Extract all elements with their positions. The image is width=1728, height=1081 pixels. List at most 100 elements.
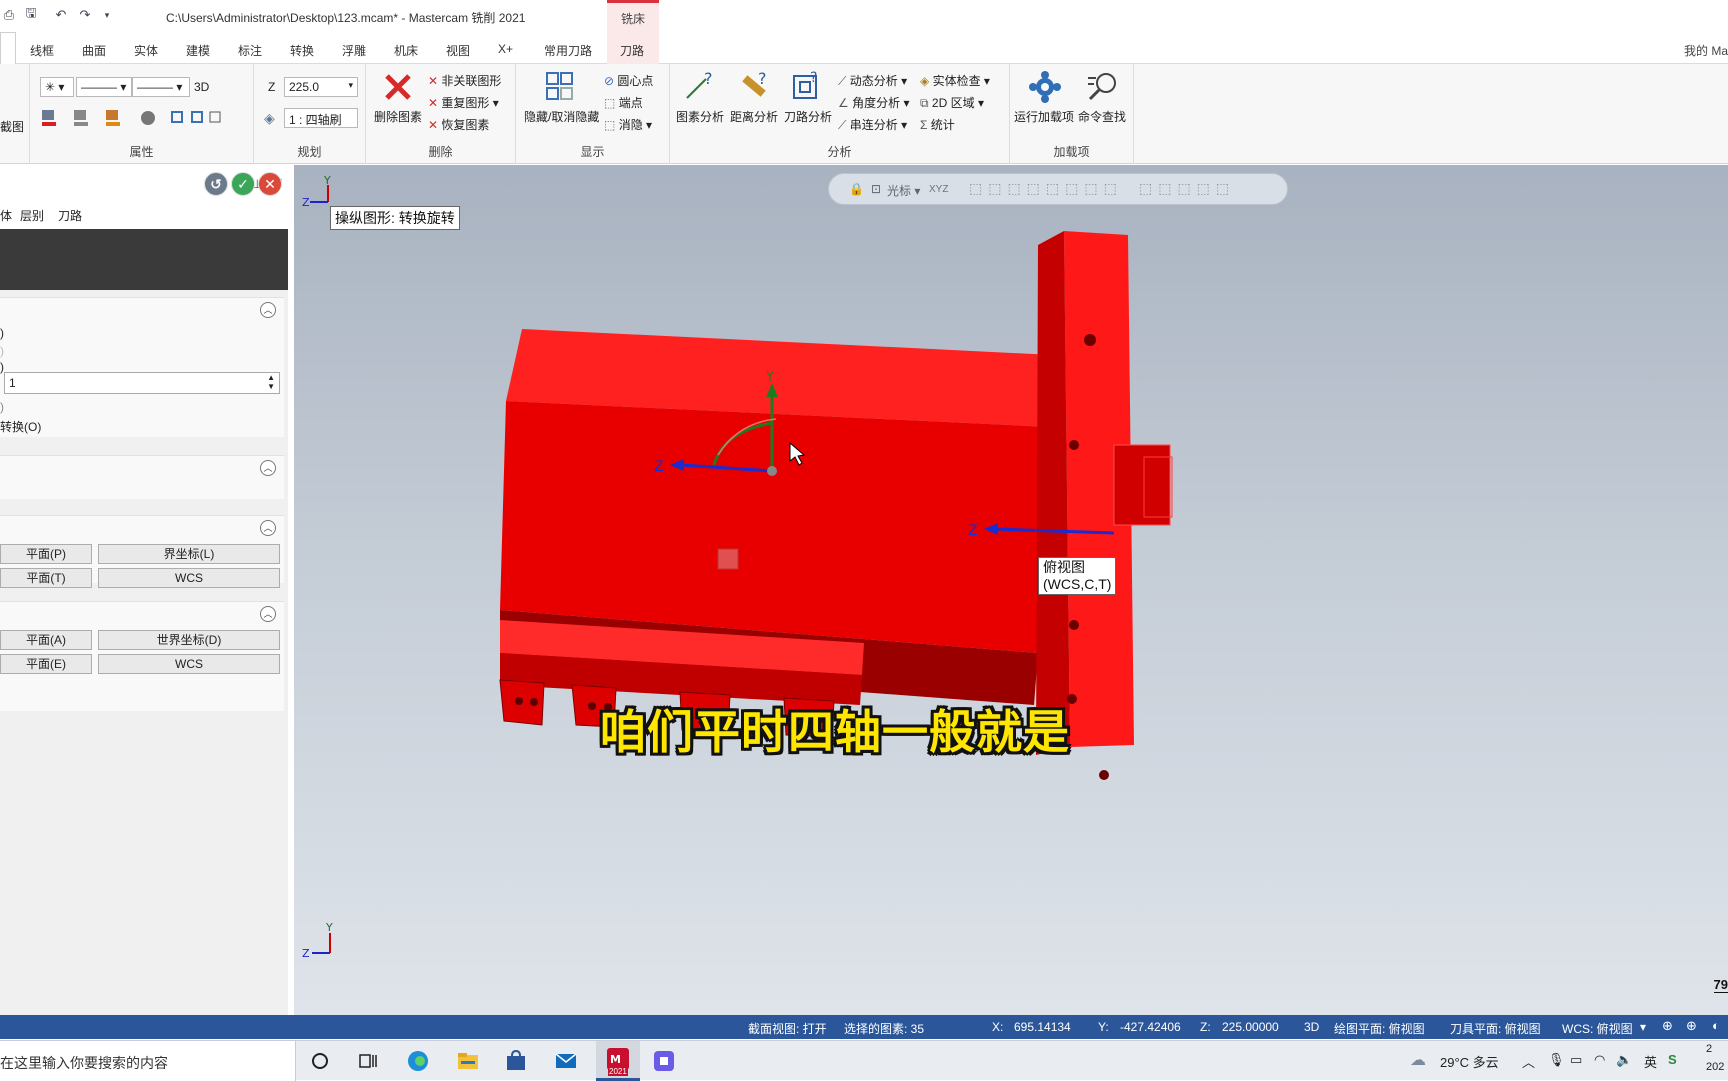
microphone-icon[interactable]: 🎙 [1548, 1052, 1565, 1068]
solid-check-button[interactable]: ◈ 实体检查 ▾ [920, 72, 990, 89]
battery-icon[interactable]: ▭ [1570, 1052, 1582, 1068]
panel-tab-solids[interactable]: 体 [0, 207, 12, 224]
print-icon[interactable]: ⎙ [0, 6, 18, 24]
tab-relief[interactable]: 浮雕 [342, 42, 366, 59]
duplicate-geometry-button[interactable]: ✕ 重复图形 ▾ [428, 94, 499, 111]
file-explorer-icon[interactable] [456, 1049, 480, 1073]
redo-icon[interactable]: ↷ [76, 6, 94, 24]
instances-spinner[interactable]: 1 ▲ ▼ [4, 372, 280, 394]
attribute-icons-row[interactable] [42, 108, 222, 130]
tab-machine[interactable]: 机床 [394, 42, 418, 59]
3d-mode-toggle[interactable]: 3D [194, 80, 209, 94]
ok-button[interactable]: ✓ [231, 172, 255, 196]
line-style-select[interactable]: ——— ▾ [76, 77, 132, 97]
cortana-icon[interactable] [308, 1049, 332, 1073]
blank-button[interactable]: ⬚ 消隐 ▾ [604, 116, 652, 133]
volume-icon[interactable]: 🔈 [1616, 1052, 1632, 1068]
center-points-button[interactable]: ⊘ 圆心点 [604, 72, 653, 89]
convert-option[interactable]: 转换(O) [0, 418, 41, 435]
weather-text[interactable]: 29°C 多云 [1440, 1052, 1499, 1071]
plane-t-button[interactable]: 平面(T) [0, 568, 92, 588]
plane-e-button[interactable]: 平面(E) [0, 654, 92, 674]
plane-p-button[interactable]: 平面(P) [0, 544, 92, 564]
wcs-button-1[interactable]: WCS [98, 568, 280, 588]
check-icon: ✓ [237, 175, 249, 192]
tab-solids[interactable]: 实体 [134, 42, 158, 59]
app-store-purple-icon[interactable] [652, 1049, 676, 1073]
tab-transform[interactable]: 转换 [290, 42, 314, 59]
section-view-status[interactable]: 截面视图: 打开 [748, 1020, 827, 1037]
3d-mode-status[interactable]: 3D [1304, 1020, 1319, 1034]
angle-analysis-button[interactable]: ∠ 角度分析 ▾ [838, 94, 909, 111]
clock-date[interactable]: 202 [1706, 1061, 1724, 1073]
hide-unhide-button[interactable]: 隐藏/取消隐藏 [524, 108, 599, 125]
world-coordinates-button[interactable]: 世界坐标(D) [98, 630, 280, 650]
security-app-icon[interactable]: S [1668, 1052, 1677, 1067]
edge-browser-icon[interactable] [406, 1049, 430, 1073]
entity-analysis-button[interactable]: 图素分析 [676, 108, 724, 125]
tab-wireframe[interactable]: 线框 [30, 42, 54, 59]
area-2d-button[interactable]: ⧉ 2D 区域 ▾ [920, 94, 984, 111]
undelete-entities-button[interactable]: ✕ 恢复图素 [428, 116, 489, 133]
run-addin-button[interactable]: 运行加载项 [1014, 108, 1074, 125]
z-coordinate-value: 225.00000 [1222, 1020, 1279, 1034]
save-icon[interactable]: 🖫 [22, 5, 40, 24]
construction-plane-status[interactable]: 绘图平面: 俯视图 [1334, 1020, 1425, 1037]
endpoints-button[interactable]: ⬚ 端点 [604, 94, 643, 111]
ime-language-indicator[interactable]: 英 [1644, 1052, 1657, 1071]
globe-dropdown-icon[interactable]: ⊕ [1686, 1018, 1697, 1034]
toolpath-analysis-button[interactable]: 刀路分析 [784, 108, 832, 125]
z-depth-input[interactable]: 225.0 ▾ [284, 77, 358, 97]
tab-common-toolpaths[interactable]: 常用刀路 [544, 42, 592, 59]
tab-surfaces[interactable]: 曲面 [82, 42, 106, 59]
panel-tab-toolpaths[interactable]: 刀路 [58, 207, 82, 224]
collapse-icon[interactable]: ︿ [260, 302, 276, 318]
tab-x-plus[interactable]: X+ [498, 42, 513, 56]
spinner-arrows-icon[interactable]: ▲ ▼ [267, 373, 275, 391]
tray-expand-icon[interactable]: ︿ [1522, 1052, 1535, 1071]
view-cube-widget[interactable] [717, 548, 739, 570]
graphics-viewport[interactable]: 🔒 ⊡ 光标 ▾ XYZ ⬚⬚⬚⬚⬚⬚⬚⬚ ⬚⬚⬚⬚⬚ Y Z 操纵图形: 转换… [294, 165, 1728, 1015]
level-select[interactable]: 1 : 四轴刷 [284, 108, 358, 128]
user-account[interactable]: 我的 Ma [1684, 42, 1728, 59]
wcs-status[interactable]: WCS: 俯视图 [1562, 1020, 1633, 1037]
task-view-icon[interactable] [356, 1049, 380, 1073]
tab-model-prep[interactable]: 建模 [186, 42, 210, 59]
reselect-button[interactable]: ↺ [204, 172, 228, 196]
collapse-icon[interactable]: ︿ [260, 606, 276, 622]
plane-a-button[interactable]: 平面(A) [0, 630, 92, 650]
point-style-select[interactable]: ✳ ▾ [40, 77, 74, 97]
mastercam-taskbar-button[interactable]: M 2021 [596, 1041, 640, 1081]
tab-file-active[interactable] [0, 32, 16, 64]
tab-view[interactable]: 视图 [446, 42, 470, 59]
command-finder-button[interactable]: 命令查找 [1078, 108, 1126, 125]
chain-analysis-button[interactable]: ⟋ 串连分析 ▾ [838, 116, 907, 133]
dynamic-analysis-button[interactable]: ⟋ 动态分析 ▾ [838, 72, 907, 89]
collapse-icon[interactable]: ︿ [260, 460, 276, 476]
line-width-select[interactable]: ——— ▾ [132, 77, 190, 97]
taskbar-search-box[interactable]: 在这里输入你要搜索的内容 [0, 1041, 296, 1081]
statistics-button[interactable]: Σ 统计 [920, 116, 955, 133]
wcs-button-2[interactable]: WCS [98, 654, 280, 674]
tab-toolpaths[interactable]: 刀路 [620, 42, 644, 59]
tab-drafting[interactable]: 标注 [238, 42, 262, 59]
distance-analysis-button[interactable]: 距离分析 [730, 108, 778, 125]
undo-icon[interactable]: ↶ [52, 6, 70, 24]
collapse-icon[interactable]: ︿ [260, 520, 276, 536]
screenshot-button[interactable]: 截图 [0, 118, 24, 135]
status-dropdown-icon[interactable]: ▾ [1640, 1020, 1646, 1034]
cancel-button[interactable]: ✕ [258, 172, 282, 196]
clock-time[interactable]: 2 [1706, 1043, 1712, 1055]
tool-plane-status[interactable]: 刀具平面: 俯视图 [1450, 1020, 1541, 1037]
unassociated-geometry-button[interactable]: ✕ 非关联图形 [428, 72, 501, 89]
mail-icon[interactable] [554, 1049, 578, 1073]
screen-coordinates-button[interactable]: 界坐标(L) [98, 544, 280, 564]
settings-partial-icon[interactable]: ◐ [1712, 1018, 1720, 1033]
quick-access-dropdown-icon[interactable]: ▾ [98, 6, 116, 24]
network-icon[interactable]: ◠ [1594, 1052, 1605, 1068]
globe-icon[interactable]: ⊕ [1662, 1018, 1673, 1034]
toolpath-analysis-icon: ? [793, 70, 817, 99]
panel-tab-levels[interactable]: 层别 [20, 207, 44, 224]
microsoft-store-icon[interactable] [504, 1049, 528, 1073]
delete-entities-button[interactable]: 删除图素 [374, 108, 422, 125]
